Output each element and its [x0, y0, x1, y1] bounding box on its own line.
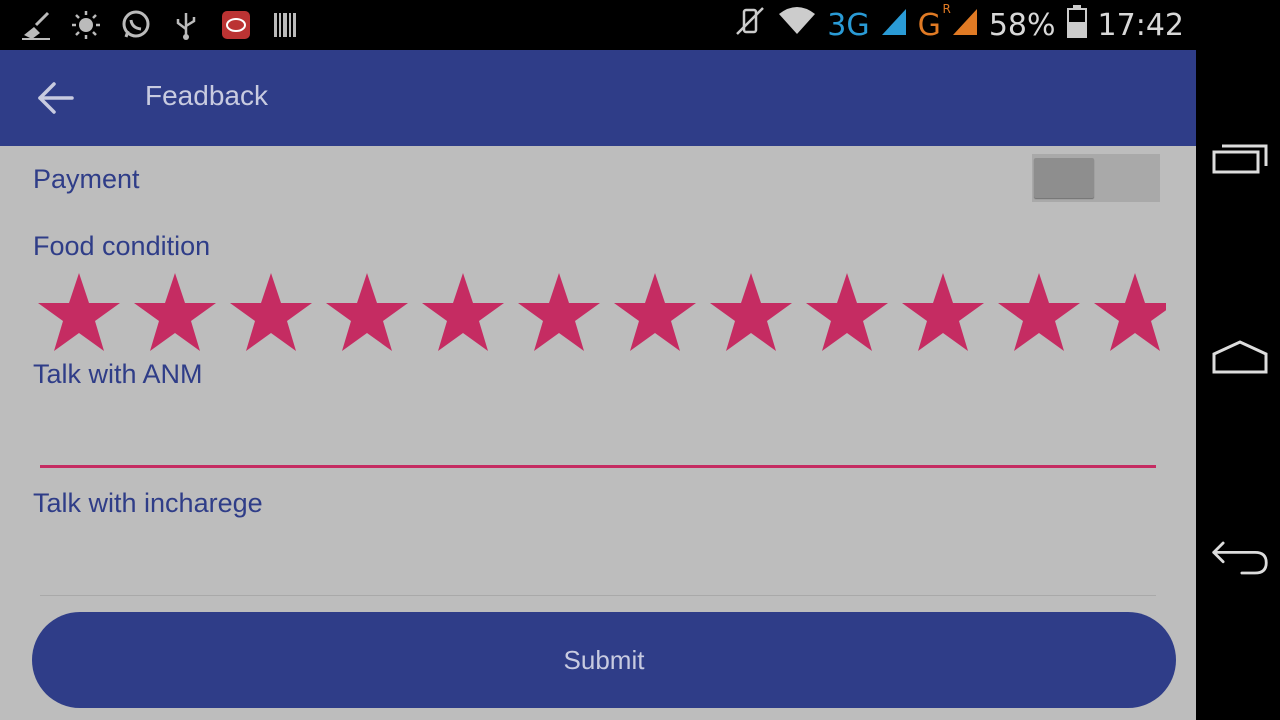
rating-star-icon[interactable] — [900, 270, 986, 354]
payment-label: Payment — [33, 164, 140, 194]
signal-g-icon — [951, 5, 979, 45]
navigation-bar — [1196, 0, 1280, 720]
rating-star-icon[interactable] — [1092, 270, 1166, 354]
rating-star-icon[interactable] — [516, 270, 602, 354]
rating-star-icon[interactable] — [132, 270, 218, 354]
home-icon[interactable] — [1210, 338, 1270, 378]
rating-star-icon[interactable] — [612, 270, 698, 354]
talk-anm-input[interactable] — [33, 400, 1156, 466]
food-condition-label: Food condition — [33, 231, 211, 261]
page-title: Feadback — [145, 80, 268, 111]
roaming-indicator: R — [942, 1, 951, 16]
food-rating-bar[interactable] — [36, 270, 1166, 354]
payment-switch[interactable] — [1032, 154, 1160, 202]
toolbar: Feadback — [0, 50, 1196, 146]
talk-incharge-input[interactable] — [33, 530, 1156, 594]
battery-percent: 58% — [988, 7, 1056, 43]
app-notification-icon — [220, 9, 252, 41]
vibrate-off-icon — [733, 4, 767, 46]
rating-star-icon[interactable] — [804, 270, 890, 354]
network-3g-label: 3G — [827, 7, 870, 43]
talk-anm-underline — [40, 465, 1156, 468]
rating-star-icon[interactable] — [228, 270, 314, 354]
signal-3g-icon — [880, 5, 908, 45]
arrow-left-icon[interactable] — [36, 80, 76, 116]
rating-star-icon[interactable] — [36, 270, 122, 354]
rating-star-icon[interactable] — [708, 270, 794, 354]
rating-star-icon[interactable] — [996, 270, 1082, 354]
rating-star-icon[interactable] — [420, 270, 506, 354]
talk-anm-label: Talk with ANM — [33, 359, 203, 389]
talk-incharge-underline — [40, 595, 1156, 596]
rating-star-icon[interactable] — [324, 270, 410, 354]
usb-icon — [170, 9, 202, 41]
switch-thumb — [1034, 158, 1094, 198]
battery-icon — [1066, 4, 1088, 46]
talk-incharge-label: Talk with incharege — [33, 488, 263, 518]
network-g-label: GR — [917, 1, 951, 43]
clock: 17:42 — [1097, 7, 1184, 43]
broom-icon — [20, 9, 52, 41]
app-screen: Feadback Payment Food condition Talk wit… — [0, 50, 1196, 720]
system-indicators: 3G GR 58% 17:42 — [733, 1, 1184, 46]
wifi-icon — [777, 4, 817, 46]
recent-apps-icon[interactable] — [1210, 140, 1270, 180]
status-bar: 3G GR 58% 17:42 — [0, 0, 1196, 50]
barcode-icon — [270, 9, 302, 41]
brightness-icon — [70, 9, 102, 41]
notification-icons — [20, 8, 302, 42]
submit-button[interactable]: Submit — [32, 612, 1176, 708]
whatsapp-icon — [120, 9, 152, 41]
back-icon[interactable] — [1210, 538, 1270, 578]
